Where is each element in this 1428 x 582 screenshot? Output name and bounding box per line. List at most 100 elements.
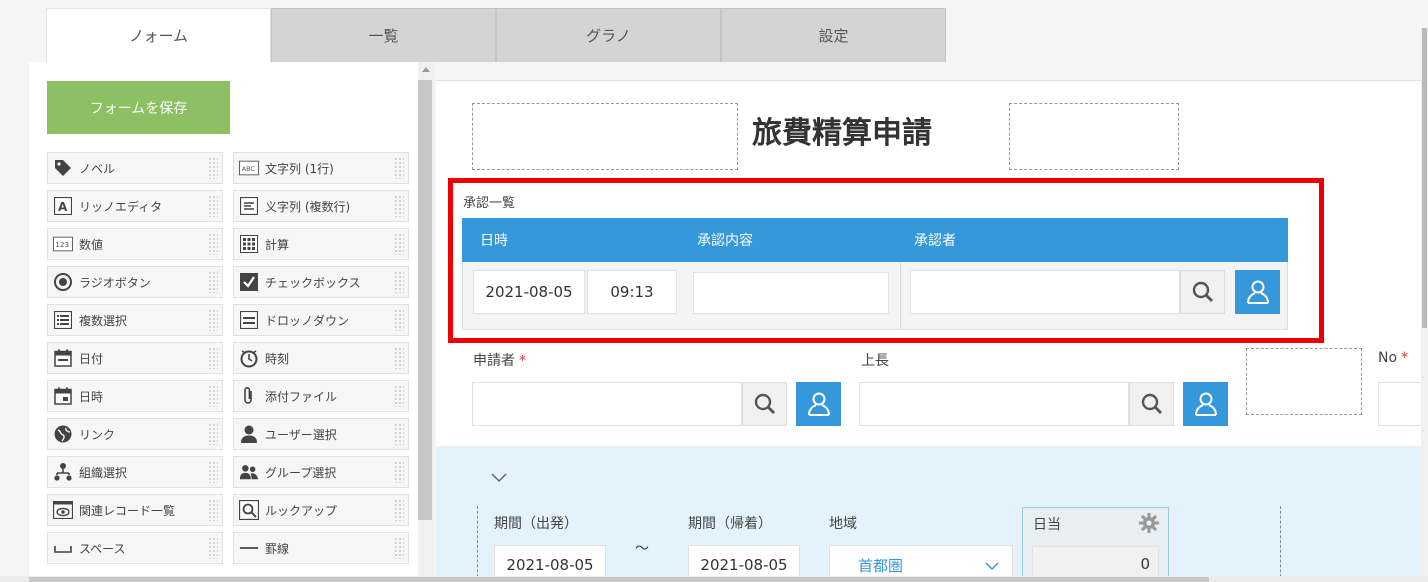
dropdown-icon [239,310,259,330]
palette-item[interactable]: グループ選択 [233,456,409,488]
palette-item-label: グループ選択 [265,465,337,480]
palette-item[interactable]: 添付ファイル [233,380,409,412]
palette-item[interactable]: チェックボックス [233,266,409,298]
svg-text:ABC: ABC [242,166,256,173]
palette-item-label: 日付 [79,351,104,366]
form-title: 旅費精算申請 [752,116,932,151]
blank-space-placeholder-3[interactable] [1246,348,1362,415]
boss-input[interactable] [859,382,1129,426]
applicant-user-button[interactable] [796,382,841,426]
drag-handle-icon[interactable] [208,233,218,255]
tab-list[interactable]: 一覧 [271,8,496,62]
applicant-label: 申請者 * [473,350,526,370]
palette-item[interactable]: 123 数値 [47,228,223,260]
save-form-button[interactable]: フォームを保存 [47,81,230,134]
date-icon [53,348,73,368]
drag-handle-icon[interactable] [208,271,218,293]
tab-form[interactable]: ノォーム [46,8,271,62]
palette-item[interactable]: A リッノエディタ [47,190,223,222]
palette-item[interactable]: 日付 [47,342,223,374]
applicant-search-button[interactable] [742,382,787,426]
drag-handle-icon[interactable] [208,309,218,331]
palette-item[interactable]: 時刻 [233,342,409,374]
palette-scroll-thumb[interactable] [418,80,432,520]
palette-item[interactable]: 組織選択 [47,456,223,488]
drag-handle-icon[interactable] [208,461,218,483]
palette-item-label: 罫線 [265,541,290,556]
drag-handle-icon[interactable] [208,499,218,521]
drag-handle-icon[interactable] [394,157,404,179]
highlight-frame [448,178,1324,343]
palette-item-label: 計算 [265,237,290,252]
blank-space-placeholder-2[interactable] [1009,103,1179,170]
gear-icon[interactable] [1138,512,1160,534]
datetime-icon [53,386,73,406]
chevron-down-icon [985,562,999,571]
palette-item[interactable]: ノベル [47,152,223,184]
drag-handle-icon[interactable] [208,347,218,369]
palette-item-label: ユーザー選択 [265,427,337,442]
globe-icon [53,424,73,444]
palette-item[interactable]: リンク [47,418,223,450]
drag-handle-icon[interactable] [208,385,218,407]
palette-item-label: 添付ファイル [265,389,338,404]
daily-allowance-field[interactable]: 日当 0 [1022,507,1169,582]
boss-user-button[interactable] [1183,382,1228,426]
drag-handle-icon[interactable] [208,537,218,559]
tab-graph-label: グラノ [586,27,631,45]
boss-label: 上長 [861,353,889,369]
checkbox-icon [239,272,259,292]
applicant-input[interactable] [472,382,742,426]
palette-scrollbar[interactable] [418,62,434,582]
palette-item[interactable]: 罫線 [233,532,409,564]
palette-item[interactable]: 計算 [233,228,409,260]
drag-handle-icon[interactable] [208,423,218,445]
drag-handle-icon[interactable] [208,157,218,179]
drag-handle-icon[interactable] [394,385,404,407]
palette-item-label: 組織選択 [79,465,128,480]
horizontal-scroll-thumb[interactable] [29,577,1209,582]
related-records-icon [53,500,73,520]
collapse-toggle[interactable] [490,468,508,490]
tab-form-label: ノォーム [128,27,189,45]
tilde: 〜 [635,541,649,557]
drag-handle-icon[interactable] [394,195,404,217]
boss-search-button[interactable] [1129,382,1174,426]
required-mark: * [519,353,526,369]
palette-item[interactable]: 複数選択 [47,304,223,336]
drag-handle-icon[interactable] [208,195,218,217]
drag-handle-icon[interactable] [394,537,404,559]
palette-item[interactable]: ユーザー選択 [233,418,409,450]
horizontal-scrollbar[interactable] [0,576,1428,582]
drag-handle-icon[interactable] [394,233,404,255]
drag-handle-icon[interactable] [394,347,404,369]
palette-item[interactable]: ドロッノダウン [233,304,409,336]
tab-settings[interactable]: 設定 [721,8,946,62]
page-scroll-thumb[interactable] [1422,28,1427,328]
palette-item-label: ノベル [79,161,116,176]
drag-handle-icon[interactable] [394,309,404,331]
palette-item-label: 文字列 (1行) [265,161,334,176]
palette-item[interactable]: 関連レコード一覧 [47,494,223,526]
palette-item-label: 関連レコード一覧 [79,503,176,518]
palette-item[interactable]: 日時 [47,380,223,412]
palette-item[interactable]: ラジオボタン [47,266,223,298]
palette-item-label: 义字列 (複数行) [265,199,351,214]
scroll-up-arrow-icon[interactable] [422,67,430,72]
palette-item[interactable]: ABC 文字列 (1行) [233,152,409,184]
user-icon [807,392,830,416]
drag-handle-icon[interactable] [394,499,404,521]
page-scrollbar[interactable] [1421,28,1428,582]
calc-icon [239,234,259,254]
radio-icon [53,272,73,292]
drag-handle-icon[interactable] [394,423,404,445]
palette-item[interactable]: 义字列 (複数行) [233,190,409,222]
palette-item[interactable]: ルックアップ [233,494,409,526]
palette-item[interactable]: スペース [47,532,223,564]
tab-graph[interactable]: グラノ [496,8,721,62]
palette-item-label: ラジオボタン [79,275,151,290]
drag-handle-icon[interactable] [394,271,404,293]
palette-item-label: 時刻 [265,351,290,366]
blank-space-placeholder[interactable] [472,103,738,170]
drag-handle-icon[interactable] [394,461,404,483]
